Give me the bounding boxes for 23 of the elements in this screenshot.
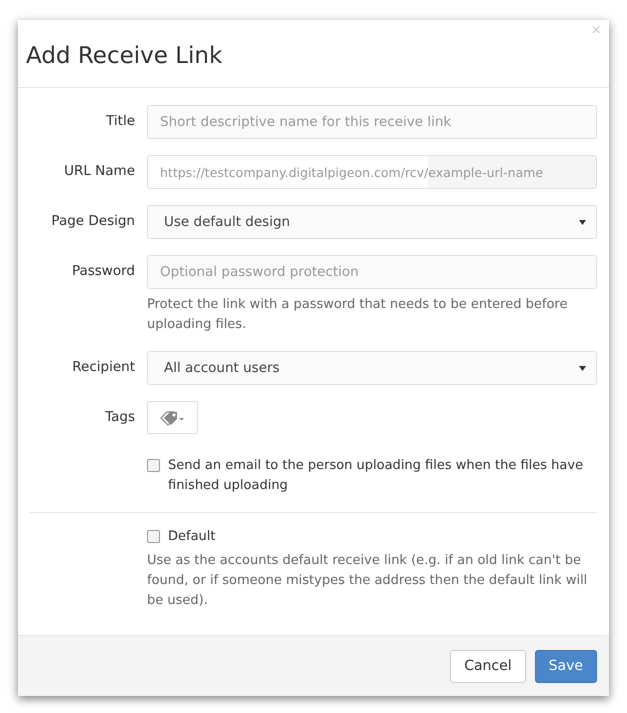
caret-icon: [579, 220, 586, 224]
help-text: Use as the accounts default receive link (e.g. if an old link can't be found, or if someone mistypes the address then the default link will be used).: [147, 552, 588, 610]
checkbox-label: Default: [168, 528, 216, 546]
save-button[interactable]: Save: [534, 650, 597, 682]
checkbox[interactable]: [147, 530, 160, 543]
field-label: Title: [105, 112, 135, 131]
field-label: URL Name: [63, 162, 135, 181]
text-field[interactable]: Short descriptive name for this receive link: [147, 105, 597, 139]
help-text: Protect the link with a password that needs to be entered before uploading files.: [147, 296, 568, 334]
field-label: Page Design: [50, 212, 135, 231]
checkbox-label: Send an email to the person uploading files when the files have finished uploading: [168, 457, 584, 495]
tag-icon: [160, 410, 186, 426]
field-label: Recipient: [71, 358, 135, 377]
field-label: Tags: [104, 408, 135, 427]
cancel-button[interactable]: Cancel: [450, 650, 526, 682]
field-label: Password: [70, 262, 135, 281]
checkbox[interactable]: [147, 459, 160, 472]
caret-icon: [579, 366, 586, 370]
select-field[interactable]: All account users: [147, 351, 597, 385]
tag-button[interactable]: [147, 401, 198, 434]
text-field[interactable]: Optional password protection: [147, 255, 597, 289]
dialog-title: Add Receive Link: [26, 42, 222, 68]
select-field[interactable]: Use default design: [147, 205, 597, 239]
